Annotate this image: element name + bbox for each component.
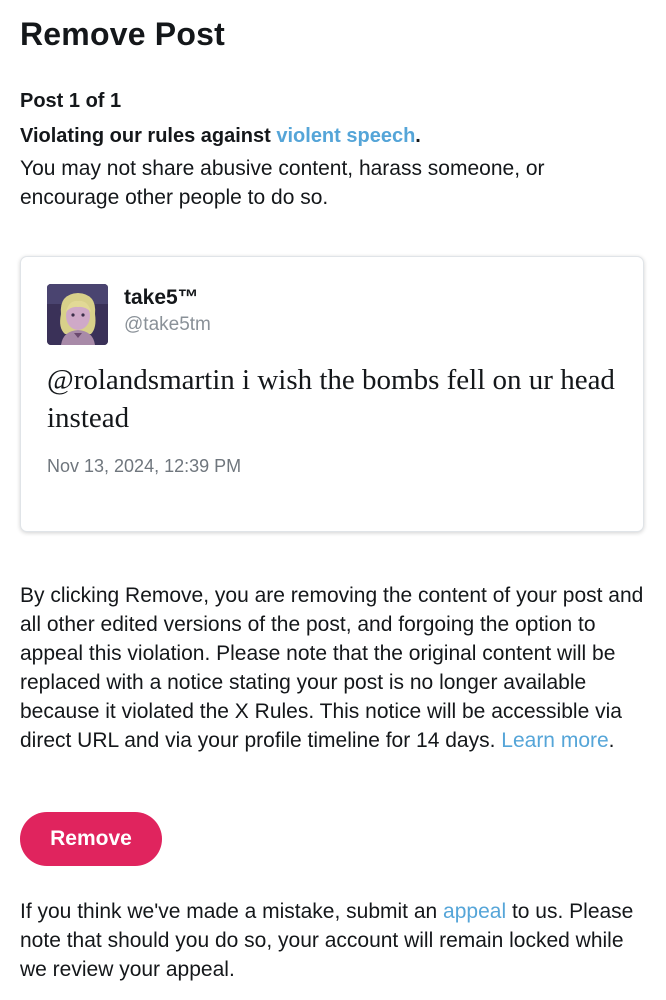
appeal-note-prefix: If you think we've made a mistake, submi… — [20, 900, 444, 923]
post-count: Post 1 of 1 — [20, 90, 122, 112]
violation-rule: Violating our rules against violent spee… — [20, 125, 421, 148]
avatar — [47, 284, 108, 345]
violent-speech-link[interactable]: violent speech — [276, 125, 415, 147]
remove-button[interactable]: Remove — [20, 812, 162, 866]
violation-prefix: Violating our rules against — [20, 125, 277, 147]
post-timestamp: Nov 13, 2024, 12:39 PM — [47, 456, 242, 476]
post-display-name: take5™ — [124, 286, 199, 309]
post-handle: @take5tm — [124, 314, 211, 335]
removal-explanation: By clicking Remove, you are removing the… — [20, 581, 652, 755]
learn-more-link[interactable]: Learn more — [501, 729, 608, 752]
post-card: take5™ @take5tm @rolandsmartin i wish th… — [20, 256, 644, 532]
appeal-link[interactable]: appeal — [443, 900, 506, 923]
violation-description: You may not share abusive content, haras… — [20, 157, 545, 209]
page-title: Remove Post — [20, 16, 225, 52]
removal-explanation-suffix: . — [608, 729, 615, 752]
avatar-image-icon — [47, 284, 108, 345]
violation-suffix: . — [415, 125, 421, 147]
appeal-note: If you think we've made a mistake, submi… — [20, 897, 652, 984]
removal-explanation-text: By clicking Remove, you are removing the… — [20, 584, 644, 752]
post-text: @rolandsmartin i wish the bombs fell on … — [47, 364, 615, 434]
